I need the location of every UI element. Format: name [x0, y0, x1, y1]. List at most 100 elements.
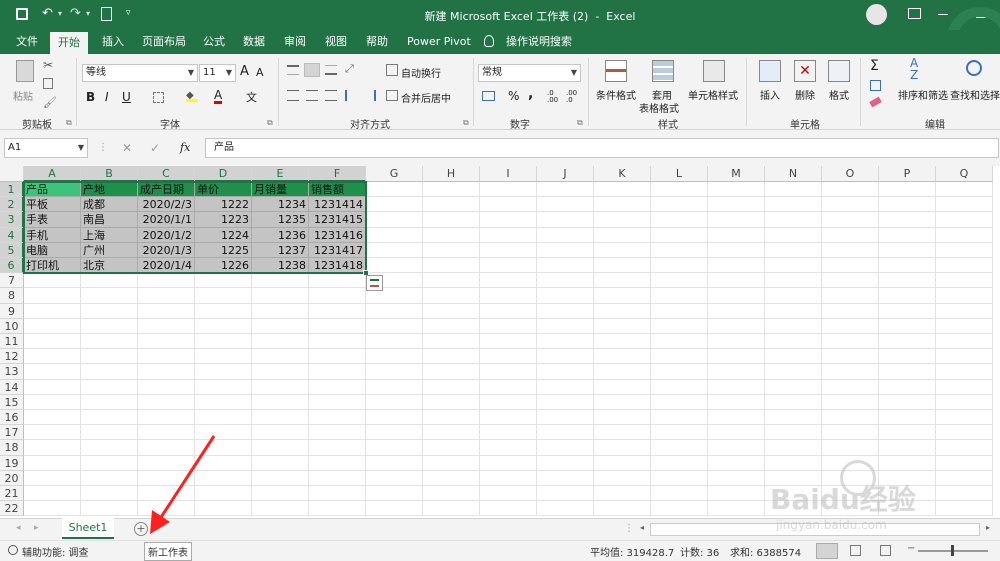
- column-header-c[interactable]: C: [138, 166, 195, 182]
- merge-center-icon[interactable]: [386, 90, 398, 101]
- table-cell[interactable]: 1223: [195, 212, 252, 228]
- cell[interactable]: [651, 334, 708, 350]
- cell[interactable]: [594, 455, 651, 471]
- cell[interactable]: [81, 273, 138, 289]
- cell[interactable]: [366, 379, 423, 395]
- cell[interactable]: [81, 455, 138, 471]
- table-cell[interactable]: 手机: [24, 227, 81, 243]
- cell[interactable]: [651, 364, 708, 380]
- cell[interactable]: [822, 227, 879, 243]
- cell[interactable]: [423, 258, 480, 274]
- cell[interactable]: [423, 379, 480, 395]
- cell[interactable]: [138, 379, 195, 395]
- cell[interactable]: [423, 182, 480, 198]
- cell[interactable]: [24, 349, 81, 365]
- cell[interactable]: [366, 470, 423, 486]
- row-header-5[interactable]: 5: [0, 242, 24, 258]
- cell[interactable]: [309, 455, 366, 471]
- hscroll-left-icon[interactable]: ◂: [640, 523, 644, 532]
- cell[interactable]: [366, 455, 423, 471]
- cell[interactable]: [537, 364, 594, 380]
- cell[interactable]: [309, 394, 366, 410]
- scroll-tabs-left-icon[interactable]: ◂: [16, 523, 21, 533]
- cell[interactable]: [936, 273, 993, 289]
- column-header-n[interactable]: N: [765, 166, 822, 182]
- cell[interactable]: [765, 258, 822, 274]
- table-header-cell[interactable]: 产地: [81, 182, 138, 198]
- cell[interactable]: [594, 410, 651, 426]
- cell[interactable]: [480, 318, 537, 334]
- cell[interactable]: [252, 394, 309, 410]
- row-header-6[interactable]: 6: [0, 258, 24, 274]
- cell[interactable]: [252, 349, 309, 365]
- cell[interactable]: [879, 182, 936, 198]
- table-cell[interactable]: 2020/2/3: [138, 197, 195, 213]
- cell[interactable]: [195, 303, 252, 319]
- paste-icon[interactable]: [16, 60, 34, 82]
- cell[interactable]: [822, 303, 879, 319]
- align-left-icon[interactable]: [287, 90, 299, 101]
- cut-icon[interactable]: ✂: [43, 58, 53, 72]
- cell[interactable]: [24, 440, 81, 456]
- cell[interactable]: [537, 455, 594, 471]
- cell[interactable]: [366, 364, 423, 380]
- cell[interactable]: [537, 425, 594, 441]
- cell[interactable]: [765, 334, 822, 350]
- cell[interactable]: [81, 364, 138, 380]
- bold-button[interactable]: B: [86, 90, 95, 104]
- row-header-19[interactable]: 19: [0, 455, 24, 471]
- cell[interactable]: [708, 501, 765, 517]
- zoom-slider-thumb[interactable]: [951, 545, 954, 556]
- cell[interactable]: [594, 379, 651, 395]
- table-cell[interactable]: 2020/1/2: [138, 227, 195, 243]
- cell[interactable]: [195, 273, 252, 289]
- cell[interactable]: [879, 227, 936, 243]
- cell[interactable]: [537, 242, 594, 258]
- cell[interactable]: [81, 303, 138, 319]
- cell[interactable]: [594, 258, 651, 274]
- tab-home[interactable]: 开始: [50, 32, 88, 54]
- tab-power-pivot[interactable]: Power Pivot: [407, 30, 471, 54]
- select-all-corner[interactable]: [0, 166, 24, 182]
- cell[interactable]: [936, 242, 993, 258]
- merge-center-button[interactable]: 合并后居中: [401, 90, 451, 105]
- cell[interactable]: [651, 288, 708, 304]
- align-middle-icon[interactable]: [304, 63, 320, 77]
- cell[interactable]: [651, 349, 708, 365]
- conditional-format-button[interactable]: 条件格式: [596, 87, 636, 102]
- cell[interactable]: [423, 318, 480, 334]
- find-select-icon[interactable]: [966, 60, 982, 76]
- cell[interactable]: [537, 258, 594, 274]
- cell[interactable]: [252, 470, 309, 486]
- cell[interactable]: [879, 349, 936, 365]
- table-cell[interactable]: 北京: [81, 258, 138, 274]
- column-header-d[interactable]: D: [195, 166, 252, 182]
- wrap-text-icon[interactable]: [386, 64, 398, 76]
- cell[interactable]: [651, 394, 708, 410]
- table-format-button-line2[interactable]: 表格格式: [639, 100, 679, 115]
- cell[interactable]: [24, 501, 81, 517]
- cell[interactable]: [879, 242, 936, 258]
- cell[interactable]: [366, 349, 423, 365]
- cell[interactable]: [480, 334, 537, 350]
- cell[interactable]: [252, 273, 309, 289]
- cell[interactable]: [651, 486, 708, 502]
- cell[interactable]: [252, 425, 309, 441]
- cell[interactable]: [708, 288, 765, 304]
- table-cell[interactable]: 1234: [252, 197, 309, 213]
- cell[interactable]: [936, 349, 993, 365]
- row-header-7[interactable]: 7: [0, 273, 24, 289]
- cell[interactable]: [822, 425, 879, 441]
- cell[interactable]: [81, 334, 138, 350]
- sheet-tab-sheet1[interactable]: Sheet1: [62, 518, 114, 539]
- cell-styles-icon[interactable]: [703, 60, 725, 82]
- cell[interactable]: [81, 349, 138, 365]
- cell[interactable]: [708, 318, 765, 334]
- column-header-k[interactable]: K: [594, 166, 651, 182]
- cell[interactable]: [594, 349, 651, 365]
- tab-file[interactable]: 文件: [16, 30, 38, 54]
- table-cell[interactable]: 2020/1/3: [138, 242, 195, 258]
- cell[interactable]: [765, 364, 822, 380]
- cell[interactable]: [195, 318, 252, 334]
- table-header-cell[interactable]: 销售额: [309, 182, 366, 198]
